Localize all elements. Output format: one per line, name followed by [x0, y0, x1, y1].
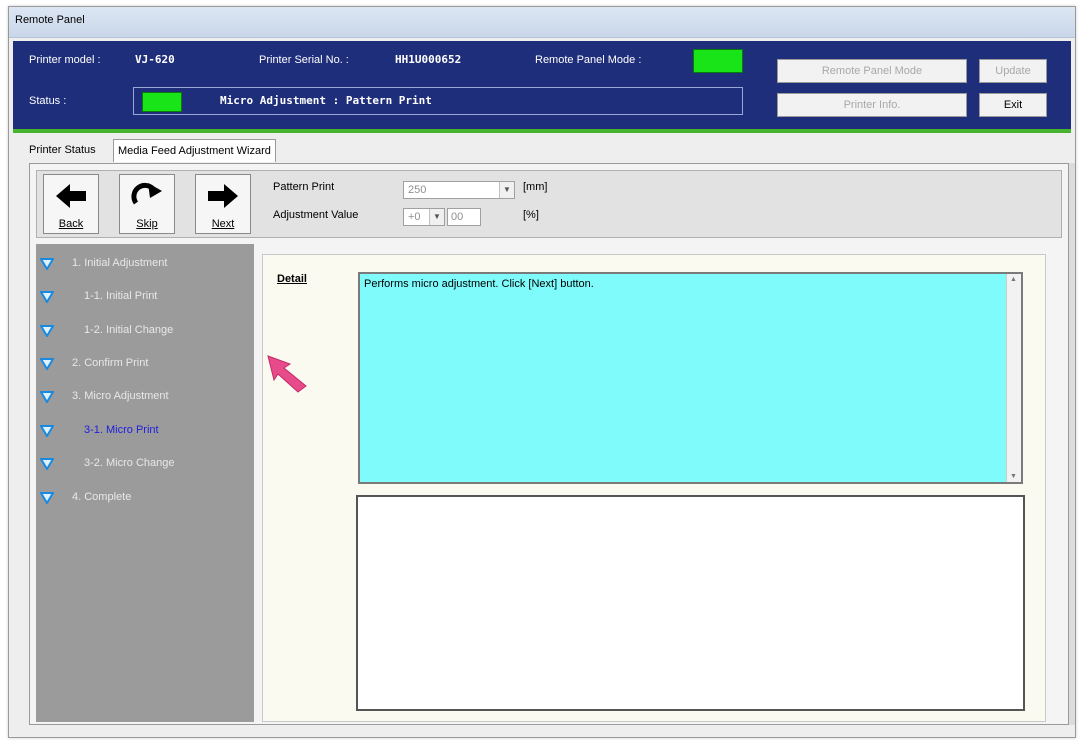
triangle-down-icon: [40, 258, 54, 270]
triangle-down-icon: [40, 358, 54, 370]
step-item-current: 3-1. Micro Print: [36, 421, 254, 441]
step-label: 1. Initial Adjustment: [72, 257, 168, 269]
tab-media-feed-adjustment-wizard[interactable]: Media Feed Adjustment Wizard: [113, 139, 276, 162]
step-item: 2. Confirm Print: [36, 354, 254, 374]
output-textbox[interactable]: [356, 495, 1025, 711]
triangle-down-icon: [40, 425, 54, 437]
adjustment-decimal-value: 00: [451, 211, 464, 223]
pattern-print-value: 250: [408, 184, 427, 196]
triangle-down-icon: [40, 458, 54, 470]
step-item: 1-1. Initial Print: [36, 287, 254, 307]
detail-textbox[interactable]: Performs micro adjustment. Click [Next] …: [358, 272, 1023, 484]
pattern-print-select[interactable]: 250 ▼: [403, 181, 515, 199]
arrow-right-icon: [208, 184, 238, 208]
remote-mode-lamp: [693, 49, 743, 73]
status-label: Status :: [29, 95, 67, 107]
detail-label: Detail: [277, 273, 307, 285]
step-label: 1-1. Initial Print: [84, 290, 158, 302]
back-label: Back: [58, 218, 84, 230]
remote-mode-label: Remote Panel Mode :: [535, 54, 642, 66]
status-lamp: [142, 92, 182, 112]
skip-button[interactable]: Skip: [119, 174, 175, 234]
exit-button[interactable]: Exit: [979, 93, 1047, 117]
window-title: Remote Panel: [15, 14, 85, 26]
status-text: Micro Adjustment : Pattern Print: [220, 94, 432, 107]
dropdown-arrow-icon: ▼: [429, 209, 444, 225]
redo-arrow-icon: [131, 182, 162, 205]
window-scrollbar[interactable]: [1069, 163, 1075, 725]
next-label: Next: [211, 218, 235, 230]
step-item: 3-2. Micro Change: [36, 454, 254, 474]
step-item: 1. Initial Adjustment: [36, 254, 254, 274]
step-label: 3. Micro Adjustment: [72, 390, 169, 402]
status-box: Micro Adjustment : Pattern Print: [133, 87, 743, 115]
step-item: 1-2. Initial Change: [36, 321, 254, 341]
scroll-up-icon[interactable]: ▲: [1010, 276, 1017, 283]
triangle-down-icon: [40, 391, 54, 403]
detail-scrollbar[interactable]: ▲ ▼: [1006, 274, 1021, 482]
serial-label: Printer Serial No. :: [259, 54, 349, 66]
adjustment-decimal-field[interactable]: 00: [447, 208, 481, 226]
step-item: 3. Micro Adjustment: [36, 387, 254, 407]
printer-info-button[interactable]: Printer Info.: [777, 93, 967, 117]
wizard-steps-sidebar: 1. Initial Adjustment 1-1. Initial Print…: [36, 244, 254, 722]
back-button[interactable]: Back: [43, 174, 99, 234]
printer-model-label: Printer model :: [29, 54, 101, 66]
update-button[interactable]: Update: [979, 59, 1047, 83]
title-bar: Remote Panel: [9, 7, 1075, 38]
scroll-down-icon[interactable]: ▼: [1010, 473, 1017, 480]
pattern-print-label: Pattern Print: [273, 181, 335, 193]
step-label: 3-2. Micro Change: [84, 457, 175, 469]
skip-label: Skip: [136, 218, 158, 230]
dropdown-arrow-icon: ▼: [499, 182, 514, 198]
next-button[interactable]: Next: [195, 174, 251, 234]
triangle-down-icon: [40, 291, 54, 303]
header-panel: Printer model : VJ-620 Printer Serial No…: [13, 41, 1071, 129]
wizard-toolbar: Back Skip Next Pattern Print 250 ▼ [mm] …: [36, 170, 1062, 238]
tab-printer-status[interactable]: Printer Status: [25, 139, 100, 161]
triangle-down-icon: [40, 325, 54, 337]
step-item: 4. Complete: [36, 488, 254, 508]
step-label: 2. Confirm Print: [72, 357, 149, 369]
printer-model-value: VJ-620: [135, 53, 175, 66]
adjustment-sign-select[interactable]: +0 ▼: [403, 208, 445, 226]
remote-panel-window: Remote Panel Printer model : VJ-620 Prin…: [8, 6, 1076, 738]
pattern-print-unit: [mm]: [523, 181, 548, 193]
step-label: 4. Complete: [72, 491, 132, 503]
step-label: 1-2. Initial Change: [84, 324, 174, 336]
remote-panel-mode-button[interactable]: Remote Panel Mode: [777, 59, 967, 83]
adjustment-sign-value: +0: [408, 211, 421, 223]
wizard-content: Back Skip Next Pattern Print 250 ▼ [mm] …: [29, 163, 1069, 725]
step-label: 3-1. Micro Print: [84, 424, 159, 436]
serial-value: HH1U000652: [395, 53, 462, 66]
pointer-arrow-icon: [267, 355, 307, 393]
adjustment-unit: [%]: [523, 209, 539, 221]
triangle-down-icon: [40, 492, 54, 504]
detail-text: Performs micro adjustment. Click [Next] …: [364, 278, 594, 290]
adjustment-value-label: Adjustment Value: [273, 209, 359, 221]
header-accent-strip: [13, 129, 1071, 133]
detail-panel: Detail Performs micro adjustment. Click …: [262, 254, 1046, 722]
arrow-left-icon: [56, 184, 86, 208]
